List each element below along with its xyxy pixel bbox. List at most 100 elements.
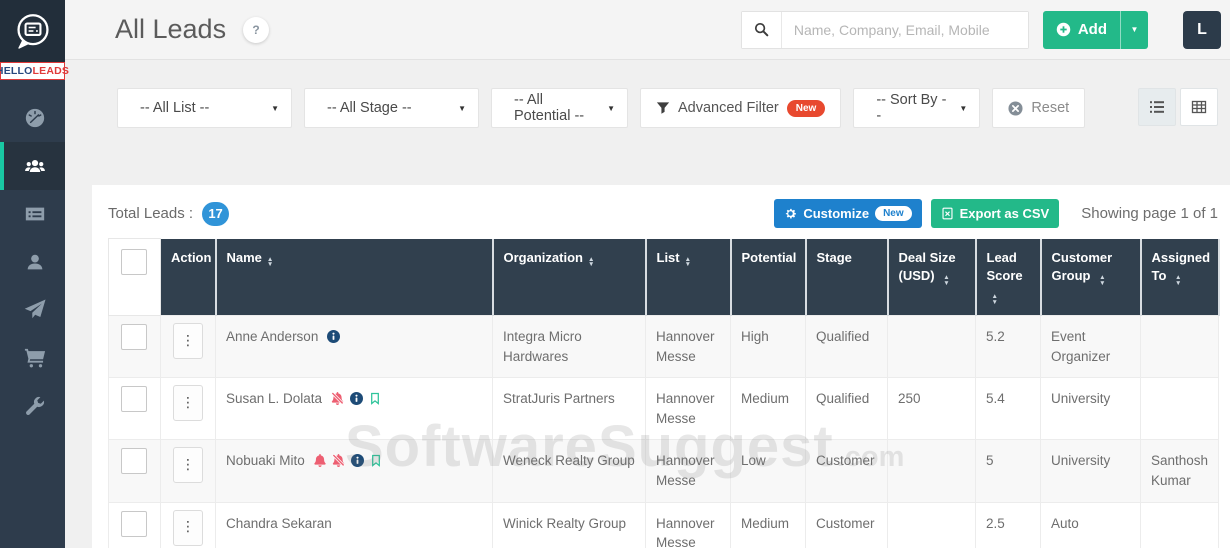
sidebar-item-lists[interactable] [0, 190, 65, 238]
bookmark-icon [369, 392, 381, 405]
sort-by-select[interactable]: -- Sort By -- ▼ [853, 88, 980, 128]
sidebar-item-contacts[interactable] [0, 238, 65, 286]
filter-all-potential-select[interactable]: -- All Potential -- ▼ [491, 88, 628, 128]
row-action-button[interactable]: ⋮ [173, 385, 203, 421]
row-action-button[interactable]: ⋮ [173, 447, 203, 483]
filter-all-list-select[interactable]: -- All List -- ▼ [117, 88, 292, 128]
add-dropdown-button[interactable]: ▼ [1121, 11, 1148, 49]
sidebar-item-settings[interactable] [0, 382, 65, 430]
total-leads-count-badge: 17 [202, 202, 229, 226]
info-icon [327, 330, 340, 343]
total-leads: Total Leads : 17 [108, 202, 229, 226]
settings-icon [24, 395, 46, 417]
table-row: ⋮Anne AndersonIntegra Micro HardwaresHan… [109, 316, 1219, 378]
column-header-potential: Potential [731, 239, 806, 316]
sidebar-item-leads[interactable] [0, 142, 65, 190]
add-button[interactable]: Add [1043, 11, 1121, 49]
select-all-checkbox[interactable] [121, 249, 147, 275]
lead-assigned-to [1141, 316, 1219, 378]
export-csv-label: Export as CSV [960, 206, 1050, 221]
card-header: Total Leads : 17 Customize New Export as… [92, 185, 1230, 238]
column-header-stage: Stage [806, 239, 888, 316]
lead-name[interactable]: Nobuaki Mito [226, 453, 305, 468]
avatar[interactable]: L [1183, 11, 1221, 49]
reset-circle-x-icon [1008, 101, 1023, 116]
app-logo[interactable] [0, 0, 65, 62]
add-split-button: Add ▼ [1043, 11, 1148, 49]
lead-assigned-to [1141, 378, 1219, 440]
column-header-list[interactable]: List▲▼ [646, 239, 731, 316]
row-action-button[interactable]: ⋮ [173, 510, 203, 546]
sidebar-item-deals[interactable] [0, 334, 65, 382]
ellipsis-icon: ⋮ [181, 455, 195, 475]
column-header-organization[interactable]: Organization▲▼ [493, 239, 646, 316]
plus-circle-icon [1056, 22, 1071, 37]
leads-table: Action Name▲▼ Organization▲▼ List▲▼ Pote… [108, 238, 1220, 548]
chevron-down-icon: ▼ [1131, 25, 1139, 34]
search-input[interactable] [782, 12, 1028, 48]
sort-icon: ▲▼ [1175, 275, 1181, 286]
lead-customer-group: University [1041, 440, 1141, 502]
row-checkbox[interactable] [121, 448, 147, 474]
lead-name[interactable]: Susan L. Dolata [226, 391, 322, 406]
bookmark-icon [370, 454, 382, 467]
column-header-name[interactable]: Name▲▼ [216, 239, 493, 316]
lead-organization: Weneck Realty Group [493, 440, 646, 502]
lead-list: Hannover Messe [646, 502, 731, 548]
row-select-cell [109, 502, 161, 548]
row-action-cell: ⋮ [161, 502, 216, 548]
search-icon [754, 22, 769, 37]
list-view-toggle[interactable] [1138, 88, 1176, 126]
sort-icon: ▲▼ [943, 275, 949, 286]
sort-icon: ▲▼ [992, 294, 998, 305]
reset-button[interactable]: Reset [992, 88, 1085, 128]
info-icon [350, 392, 363, 405]
helloleads-logo-icon [12, 10, 54, 52]
search-button[interactable] [742, 12, 782, 48]
lead-potential: Medium [731, 502, 806, 548]
customize-label: Customize [803, 206, 869, 221]
chevron-down-icon: ▼ [959, 104, 967, 113]
lead-potential: Medium [731, 378, 806, 440]
sidebar-item-dashboard[interactable] [0, 94, 65, 142]
campaigns-icon [24, 299, 46, 321]
row-checkbox[interactable] [121, 511, 147, 537]
lists-icon [24, 203, 46, 225]
total-leads-label: Total Leads : [108, 205, 193, 222]
advanced-filter-label: Advanced Filter [678, 100, 779, 116]
lead-customer-group: Auto [1041, 502, 1141, 548]
grid-view-toggle[interactable] [1180, 88, 1218, 126]
export-csv-button[interactable]: Export as CSV [931, 199, 1060, 228]
table-row: ⋮Susan L. DolataStratJuris PartnersHanno… [109, 378, 1219, 440]
column-header-customer-group[interactable]: Customer Group ▲▼ [1041, 239, 1141, 316]
column-header-deal-size[interactable]: Deal Size (USD) ▲▼ [888, 239, 976, 316]
column-header-assigned-to[interactable]: Assigned To ▲▼ [1141, 239, 1219, 316]
lead-stage: Customer [806, 502, 888, 548]
brand-name: HELLOLEADS [0, 62, 65, 80]
row-action-button[interactable]: ⋮ [173, 323, 203, 359]
filter-all-potential-value: -- All Potential -- [514, 92, 597, 124]
customize-button[interactable]: Customize New [774, 199, 921, 228]
advanced-filter-button[interactable]: Advanced Filter New [640, 88, 841, 128]
lead-potential: Low [731, 440, 806, 502]
select-all-cell [109, 239, 161, 316]
column-header-lead-score[interactable]: Lead Score ▲▼ [976, 239, 1041, 316]
lead-organization: StratJuris Partners [493, 378, 646, 440]
sidebar-item-campaigns[interactable] [0, 286, 65, 334]
list-view-icon [1149, 99, 1165, 115]
chevron-down-icon: ▼ [458, 104, 466, 113]
sort-icon: ▲▼ [588, 257, 594, 268]
filter-all-stage-value: -- All Stage -- [327, 100, 412, 116]
lead-status-icons [327, 330, 340, 343]
add-button-label: Add [1078, 21, 1107, 38]
topbar: All Leads ? Add ▼ L [65, 0, 1230, 60]
row-checkbox[interactable] [121, 324, 147, 350]
chevron-down-icon: ▼ [271, 104, 279, 113]
lead-name[interactable]: Anne Anderson [226, 329, 318, 344]
row-checkbox[interactable] [121, 386, 147, 412]
help-button[interactable]: ? [243, 17, 269, 43]
page-title: All Leads [115, 14, 226, 45]
lead-deal-size [888, 316, 976, 378]
filter-all-stage-select[interactable]: -- All Stage -- ▼ [304, 88, 479, 128]
lead-name[interactable]: Chandra Sekaran [226, 516, 332, 531]
